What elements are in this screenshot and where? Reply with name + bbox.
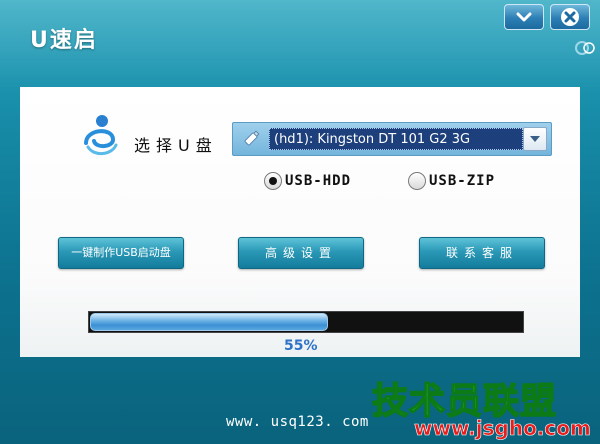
website-link[interactable]: www. usq123. com [226, 414, 369, 430]
drive-dropdown-button[interactable] [523, 127, 547, 151]
radio-usb-hdd-label: USB-HDD [285, 173, 352, 189]
app-logo-icon [84, 115, 118, 155]
progress-bar [88, 311, 524, 333]
radio-usb-zip[interactable]: USB-ZIP [408, 170, 495, 192]
contact-support-button[interactable]: 联系客服 [419, 237, 545, 269]
chevron-down-icon [516, 12, 532, 22]
progress-fill [90, 313, 328, 331]
app-window: U速启 选择U盘 (hd1): Kingston DT 101 G2 3G US… [0, 0, 600, 444]
progress-percent: 55% [284, 338, 318, 354]
drive-select-value[interactable]: (hd1): Kingston DT 101 G2 3G [269, 128, 523, 150]
minimize-button[interactable] [504, 4, 544, 30]
usb-drive-icon [244, 130, 260, 146]
radio-usb-hdd-circle[interactable] [264, 172, 282, 190]
main-panel: 选择U盘 (hd1): Kingston DT 101 G2 3G USB-HD… [20, 87, 580, 357]
corner-logo-icon [575, 41, 595, 55]
close-icon [561, 8, 579, 26]
advanced-settings-button[interactable]: 高级设置 [238, 237, 364, 269]
watermark-site-text: www.jsgho.com [414, 416, 591, 440]
make-bootable-usb-button[interactable]: 一键制作USB启动盘 [58, 237, 184, 269]
radio-checked-dot [269, 177, 277, 185]
caret-down-icon [530, 136, 540, 142]
app-title: U速启 [30, 28, 98, 53]
close-button[interactable] [550, 4, 590, 30]
drive-select[interactable]: (hd1): Kingston DT 101 G2 3G [232, 122, 552, 156]
radio-usb-zip-circle[interactable] [408, 172, 426, 190]
radio-usb-hdd[interactable]: USB-HDD [264, 170, 351, 192]
radio-usb-zip-label: USB-ZIP [429, 173, 496, 189]
watermark-logo: 技术员联盟 www.jsgho.com [371, 380, 591, 440]
select-drive-label: 选择U盘 [134, 136, 218, 155]
